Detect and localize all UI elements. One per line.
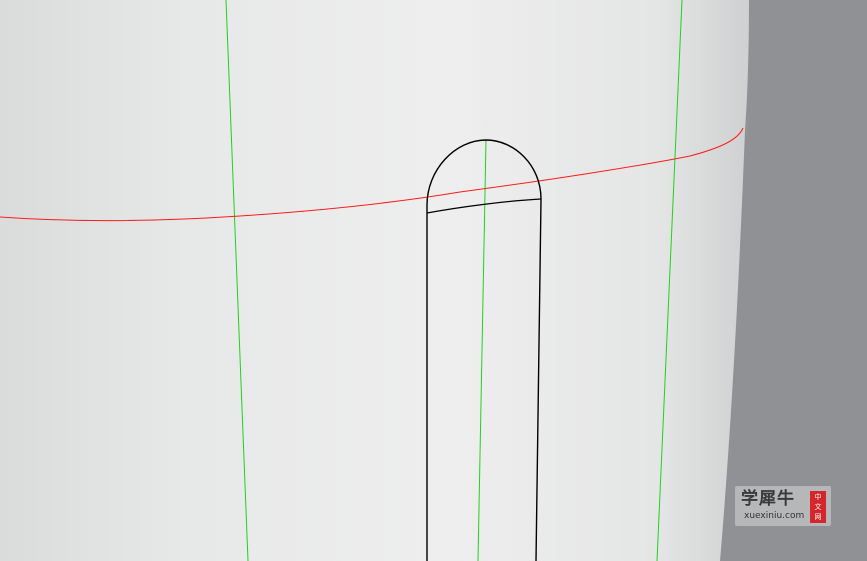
watermark-badge-char: 文 (814, 503, 822, 511)
watermark-badge: 中 文 网 (810, 491, 826, 523)
viewport-canvas[interactable] (0, 0, 867, 561)
watermark-badge-char: 中 (814, 493, 822, 501)
watermark-url: xuexiniu.com (744, 511, 805, 521)
rhino-3d-viewport[interactable]: 学犀牛 xuexiniu.com 中 文 网 (0, 0, 867, 561)
watermark-badge-char: 网 (814, 513, 822, 521)
watermark-logo: 学犀牛 xuexiniu.com 中 文 网 (735, 486, 831, 526)
model-surface[interactable] (0, 0, 749, 561)
watermark-title: 学犀牛 (741, 489, 795, 509)
